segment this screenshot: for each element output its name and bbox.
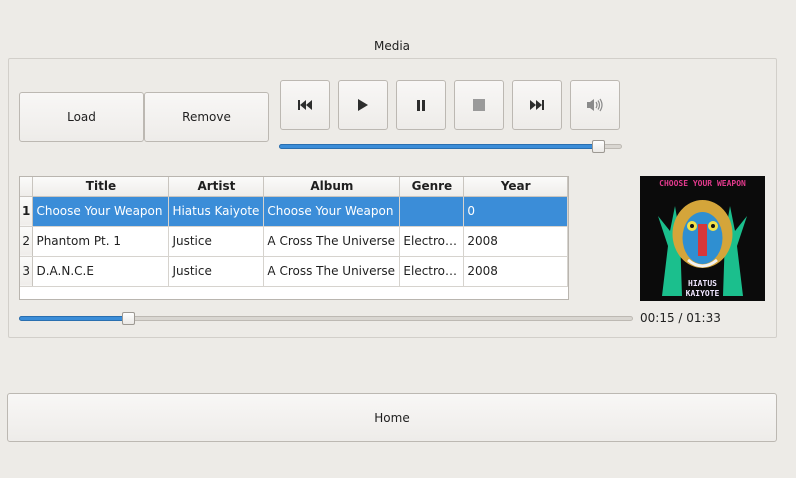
album-art-artist-text-1: HIATUS [688,279,717,288]
volume-slider-handle[interactable] [592,140,605,153]
cell-artist[interactable]: Justice [168,226,265,257]
cell-year[interactable]: 2008 [463,256,568,287]
table-corner [20,177,34,197]
position-slider-handle[interactable] [122,312,135,325]
cell-title[interactable]: Phantom Pt. 1 [32,226,170,257]
cell-year[interactable]: 2008 [463,226,568,257]
remove-button[interactable]: Remove [144,92,269,142]
volume-slider-fill [279,144,598,149]
cell-album[interactable]: A Cross The Universe [263,256,401,287]
row-number: 1 [20,196,34,227]
pause-icon [417,99,425,111]
media-group-title: Media [373,39,411,53]
pause-button[interactable] [396,80,446,130]
play-button[interactable] [338,80,388,130]
column-header-year[interactable]: Year [463,177,568,197]
table-row[interactable]: 3 D.A.N.C.E Justice A Cross The Universe… [20,256,568,287]
column-header-artist[interactable]: Artist [168,177,265,197]
stop-button[interactable] [454,80,504,130]
volume-slider[interactable] [279,140,622,153]
album-art-artist-text-2: KAIYOTE [686,289,720,298]
volume-icon [587,98,603,112]
cell-genre[interactable] [399,196,465,227]
album-art: CHOOSE YOUR WEAPON HIATUS KAIYOTE [640,176,765,301]
cell-title[interactable]: D.A.N.C.E [32,256,170,287]
position-slider[interactable] [19,312,633,325]
cell-genre[interactable]: Electro… [399,226,465,257]
row-number: 2 [20,226,34,257]
column-header-title[interactable]: Title [32,177,170,197]
position-slider-fill [19,316,128,321]
cell-artist[interactable]: Justice [168,256,265,287]
next-button[interactable] [512,80,562,130]
cell-album[interactable]: Choose Your Weapon [263,196,401,227]
table-row[interactable]: 1 Choose Your Weapon Hiatus Kaiyote Choo… [20,196,568,227]
skip-next-icon [530,100,544,110]
cell-album[interactable]: A Cross The Universe [263,226,401,257]
skip-previous-icon [298,100,312,110]
time-display: 00:15 / 01:33 [640,311,721,325]
album-art-image: CHOOSE YOUR WEAPON HIATUS KAIYOTE [640,176,765,301]
album-art-top-text: CHOOSE YOUR WEAPON [659,179,746,188]
table-row[interactable]: 2 Phantom Pt. 1 Justice A Cross The Univ… [20,226,568,257]
cell-artist[interactable]: Hiatus Kaiyote [168,196,265,227]
cell-title[interactable]: Choose Your Weapon [32,196,170,227]
home-button[interactable]: Home [7,393,777,442]
play-icon [358,99,368,111]
playlist-table[interactable]: Title Artist Album Genre Year 1 Choose Y… [19,176,569,300]
volume-button[interactable] [570,80,620,130]
column-header-genre[interactable]: Genre [399,177,465,197]
column-header-album[interactable]: Album [263,177,401,197]
table-header-row: Title Artist Album Genre Year [20,177,568,197]
stop-icon [473,99,485,111]
cell-genre[interactable]: Electro… [399,256,465,287]
load-button[interactable]: Load [19,92,144,142]
row-number: 3 [20,256,34,287]
cell-year[interactable]: 0 [463,196,568,227]
previous-button[interactable] [280,80,330,130]
